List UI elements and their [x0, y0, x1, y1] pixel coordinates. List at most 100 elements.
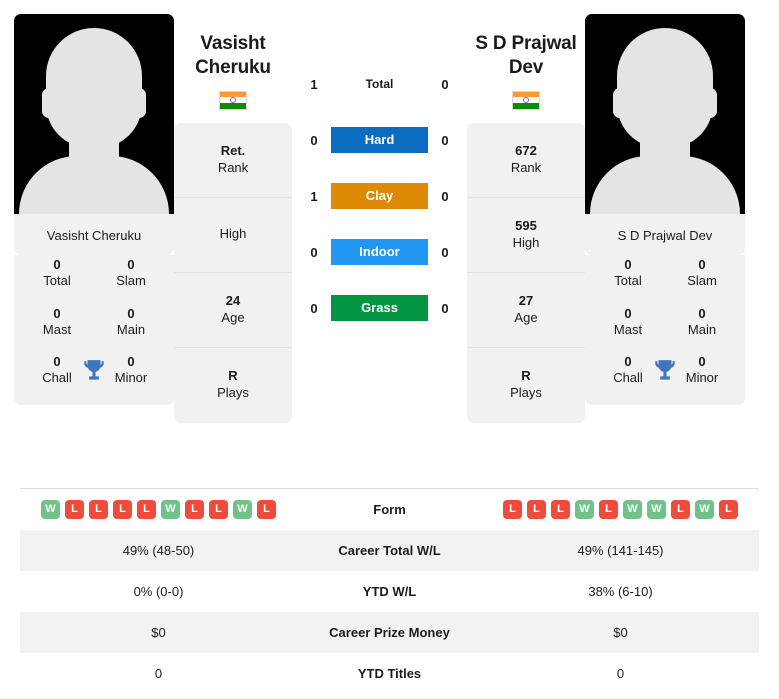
h2h-hard-badge[interactable]: Hard	[331, 127, 428, 153]
right-career-prize-money: $0	[613, 625, 628, 640]
h2h-clay-right-value: 0	[441, 188, 449, 204]
h2h-grass-right-value: 0	[441, 300, 449, 316]
table-row-ytd-wl: 0% (0-0) YTD W/L 38% (6-10)	[20, 571, 759, 612]
right-title-total-label: Total	[614, 273, 642, 289]
left-player-info-column: Vasisht Cheruku Ret. Rank High 24 Age R …	[174, 14, 292, 423]
table-row-form: WLLLLWLLWL Form LLLWLWWLWL	[20, 489, 759, 530]
right-info-high: 595 High	[467, 198, 585, 273]
left-player-photo-column: Vasisht Cheruku 0 Total 0 Slam 0 Mast 0 …	[14, 14, 174, 405]
right-player-name-line2: Dev	[508, 56, 544, 78]
h2h-clay-left-value: 1	[310, 188, 318, 204]
comparison-header: Vasisht Cheruku 0 Total 0 Slam 0 Mast 0 …	[0, 0, 779, 470]
right-title-total: 0 Total	[591, 257, 665, 290]
left-title-slam-label: Slam	[116, 273, 146, 289]
left-title-mast-label: Mast	[42, 321, 72, 337]
row-label-career-prize-money: Career Prize Money	[329, 625, 450, 640]
left-player-photo-card[interactable]: Vasisht Cheruku	[14, 14, 174, 255]
right-title-mast: 0 Mast	[591, 306, 665, 339]
form-badge-loss: L	[719, 500, 738, 519]
left-player-name-line1: Vasisht	[200, 33, 266, 54]
left-title-slam: 0 Slam	[94, 257, 168, 290]
left-player-name: Vasisht Cheruku	[174, 14, 292, 80]
form-badge-win: W	[647, 500, 666, 519]
h2h-indoor-left-value: 0	[310, 244, 318, 260]
right-info-rank: 672 Rank	[467, 123, 585, 198]
left-title-mast-value: 0	[53, 305, 61, 321]
silhouette-ear-left-icon	[613, 88, 627, 118]
right-player-name: S D Prajwal Dev	[467, 14, 585, 80]
form-badge-loss: L	[527, 500, 546, 519]
right-info-high-value: 595	[515, 217, 537, 233]
left-info-high-label: High	[219, 226, 247, 242]
right-title-main-value: 0	[698, 305, 706, 321]
silhouette-ear-left-icon	[42, 88, 56, 118]
silhouette-body-icon	[19, 156, 169, 214]
form-badge-loss: L	[113, 500, 132, 519]
form-badge-loss: L	[137, 500, 156, 519]
right-info-high-label: High	[512, 234, 540, 250]
right-info-plays-label: Plays	[510, 385, 542, 400]
right-form-badges: LLLWLWWLWL	[482, 500, 759, 519]
right-title-slam-label: Slam	[687, 273, 717, 289]
h2h-indoor-badge[interactable]: Indoor	[331, 239, 428, 265]
right-title-mast-value: 0	[624, 305, 632, 321]
left-title-mast: 0 Mast	[20, 306, 94, 339]
table-row-career-total-wl: 49% (48-50) Career Total W/L 49% (141-14…	[20, 530, 759, 571]
left-info-high: High	[174, 198, 292, 273]
right-info-plays: R Plays	[467, 348, 585, 423]
h2h-row-clay: 1 Clay 0	[292, 182, 467, 210]
left-title-total: 0 Total	[20, 257, 94, 290]
right-info-plays-value: R	[521, 368, 531, 384]
right-info-age-label: Age	[514, 309, 538, 325]
left-title-slam-value: 0	[127, 257, 135, 272]
row-label-ytd-titles: YTD Titles	[357, 666, 422, 681]
left-info-age-label: Age	[221, 309, 245, 325]
table-row-career-prize-money: $0 Career Prize Money $0	[20, 612, 759, 653]
left-title-main-label: Main	[116, 321, 146, 337]
silhouette-ear-right-icon	[703, 88, 717, 118]
form-badge-loss: L	[551, 500, 570, 519]
row-label-career-total-wl: Career Total W/L	[338, 543, 441, 558]
form-badge-loss: L	[503, 500, 522, 519]
form-badge-win: W	[695, 500, 714, 519]
h2h-clay-badge[interactable]: Clay	[331, 183, 428, 209]
silhouette-body-icon	[590, 156, 740, 214]
right-title-total-value: 0	[624, 257, 632, 272]
silhouette-head-icon	[46, 28, 142, 148]
h2h-hard-left-value: 0	[310, 132, 318, 148]
h2h-grass-badge[interactable]: Grass	[331, 295, 428, 321]
form-badge-loss: L	[671, 500, 690, 519]
form-badge-win: W	[233, 500, 252, 519]
silhouette-ear-right-icon	[132, 88, 146, 118]
right-player-photo-column: S D Prajwal Dev 0 Total 0 Slam 0 Mast 0 …	[585, 14, 745, 405]
h2h-total-label: Total	[365, 77, 394, 91]
left-career-prize-money: $0	[151, 625, 166, 640]
table-row-ytd-titles: 0 YTD Titles 0	[20, 653, 759, 694]
form-badge-win: W	[575, 500, 594, 519]
right-title-slam: 0 Slam	[665, 257, 739, 290]
ashoka-chakra-icon	[230, 97, 236, 103]
right-player-photo-name: S D Prajwal Dev	[585, 214, 745, 255]
right-title-main-label: Main	[687, 321, 717, 337]
form-badge-loss: L	[65, 500, 84, 519]
left-info-rank: Ret. Rank	[174, 123, 292, 198]
right-info-rank-value: 672	[515, 142, 537, 158]
row-label-ytd-wl: YTD W/L	[362, 584, 417, 599]
right-info-age-value: 27	[518, 292, 534, 308]
right-player-name-line1: S D Prajwal	[475, 33, 577, 54]
left-player-avatar	[14, 14, 174, 214]
left-player-info-stack: Ret. Rank High 24 Age R Plays	[174, 122, 292, 423]
left-player-name-line2: Cheruku	[195, 56, 271, 78]
h2h-total-left-value: 1	[310, 76, 318, 92]
right-player-photo-card[interactable]: S D Prajwal Dev	[585, 14, 745, 255]
trophy-icon	[655, 360, 675, 380]
right-title-mast-label: Mast	[613, 321, 643, 337]
form-badge-win: W	[623, 500, 642, 519]
ashoka-chakra-icon	[523, 97, 529, 103]
right-player-info-stack: 672 Rank 595 High 27 Age R Plays	[467, 122, 585, 423]
h2h-row-grass: 0 Grass 0	[292, 294, 467, 322]
left-info-plays: R Plays	[174, 348, 292, 423]
h2h-row-indoor: 0 Indoor 0	[292, 238, 467, 266]
silhouette-head-icon	[617, 28, 713, 148]
form-badge-win: W	[41, 500, 60, 519]
